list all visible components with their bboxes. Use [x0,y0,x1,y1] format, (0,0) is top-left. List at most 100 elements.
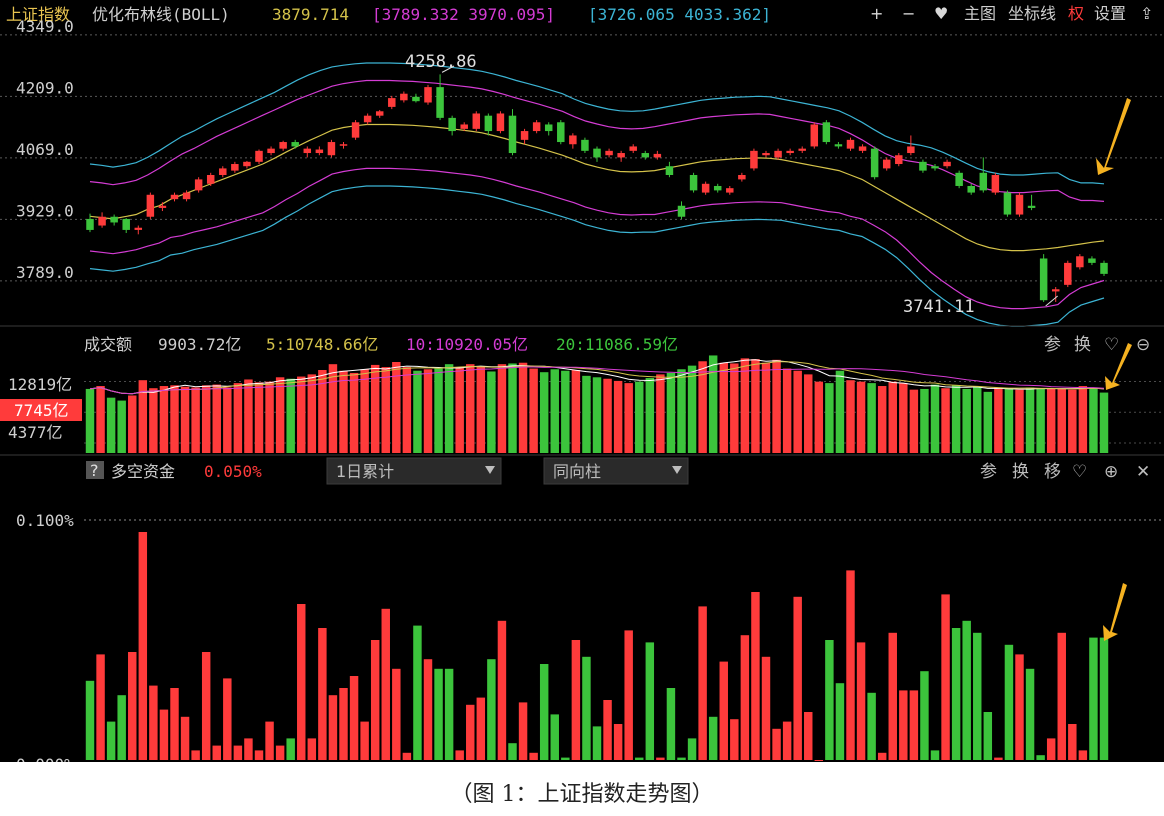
candle-body [194,179,203,191]
main-control-3[interactable]: 主图 [964,4,996,23]
candle-body [375,111,384,116]
volume-bar [740,358,750,453]
fund-bar [899,690,908,760]
fund-bar [603,700,612,760]
volume-bar [951,385,961,453]
candle-body [267,148,275,154]
candle-body [532,122,541,132]
annotation-high: 4258.86 [405,52,477,72]
main-y-tick-label: 3929.0 [16,201,74,220]
fund-bar [487,659,496,760]
fund-bar [973,632,982,760]
candle-body [110,216,118,223]
volume-bar [170,385,179,453]
stock-chart-area[interactable]: 上证指数 优化布林线(BOLL) 3879.714 [3789.332 3970… [0,0,1164,762]
main-control-1[interactable]: − [902,4,915,23]
fund-bar [539,664,549,760]
volume-bar [994,387,1003,453]
candle-body [122,218,130,230]
fund-control-2[interactable]: 移 [1044,462,1061,482]
fund-bar [286,738,295,760]
fund-control-0[interactable]: 参 [980,462,997,482]
fund-bar [1036,755,1045,760]
volume-bar [1099,392,1109,453]
fund-control-4[interactable]: ⊕ [1104,462,1118,482]
volume-controls[interactable]: 参换 ♡ ⊖ [1044,335,1150,355]
fund-bar [550,714,559,760]
main-control-6[interactable]: 设置 [1094,4,1126,23]
volume-control-0[interactable]: 参 [1044,335,1061,355]
fund-control-5[interactable]: ✕ [1136,462,1150,482]
volume-bar [624,383,633,453]
volume-bar [613,380,623,453]
volume-bar [571,370,581,453]
volume-bar [117,400,126,453]
volume-y-ticks: 12819亿8598亿4377亿7745亿 [0,375,82,442]
volume-control-2[interactable]: ♡ [1104,335,1119,355]
volume-bar [455,367,464,453]
fund-bar [719,661,728,760]
volume-bar [349,372,359,453]
fund-bar [518,702,528,760]
main-y-tick-label: 4069.0 [16,140,74,159]
volume-bar [286,378,295,453]
fund-bar [930,750,940,760]
candle-body [520,131,529,140]
volume-bar [645,378,655,453]
fund-bar [730,719,739,760]
volume-bar [149,388,158,453]
fund-control-1[interactable]: 换 [1012,462,1029,482]
volume-bar [1004,388,1014,453]
volume-bar [518,362,528,453]
candle-body [750,150,758,169]
fund-bar [138,532,148,760]
fund-bar [804,712,813,760]
candle-body [508,115,517,154]
main-control-5[interactable]: 权 [1068,4,1084,23]
candle-body [991,175,1000,193]
fund-bar [529,752,538,760]
fund-controls[interactable]: 参换移 ♡ ⊕ ✕ [980,462,1150,482]
candle-body [291,142,299,147]
fund-bar [698,606,707,760]
candle-body [701,183,710,193]
volume-bar [529,368,538,453]
volume-bar [814,381,824,453]
candle-body [315,149,324,154]
volume-bar [434,368,443,453]
volume-bar [867,383,876,453]
candle-body [846,139,855,149]
volume-bar [825,383,834,453]
candle-body [931,166,939,169]
main-controls[interactable]: + − ♥ 主图 坐标线权设置 ⇪ [870,4,1153,23]
fund-bar [1046,738,1056,760]
volume-bar [635,381,644,453]
volume-control-3[interactable]: ⊖ [1136,335,1150,355]
fund-bar [339,688,348,760]
dropdown-bar-style[interactable]: 同向柱 [543,457,689,485]
candle-body [834,144,843,147]
fund-bar [244,738,253,760]
fund-bar [666,688,676,760]
volume-bar [201,385,211,453]
fund-bar [360,721,369,760]
stock-chart-svg[interactable]: 上证指数 优化布林线(BOLL) 3879.714 [3789.332 3970… [0,0,1164,762]
fund-control-3[interactable]: ♡ [1072,462,1087,482]
candle-body [943,161,951,167]
fund-bar [201,652,211,760]
fund-label: 多空资金 [111,462,175,481]
volume-bar [561,370,570,453]
dropdown-accumulate[interactable]: 1日累计 [326,457,502,485]
candle-body [1076,256,1084,268]
fund-bar [1099,637,1109,760]
main-control-0[interactable]: + [870,4,883,23]
boll-outer-band: [3726.065 4033.362] [588,5,771,24]
main-control-2[interactable]: ♥ [934,4,948,23]
candle-body [400,93,408,101]
volume-bar [1046,388,1056,453]
volume-control-1[interactable]: 换 [1074,335,1091,355]
main-control-4[interactable]: 坐标线 [1008,4,1056,23]
fund-bar [117,695,126,760]
volume-bar [761,362,771,453]
main-control-7[interactable]: ⇪ [1140,4,1153,23]
